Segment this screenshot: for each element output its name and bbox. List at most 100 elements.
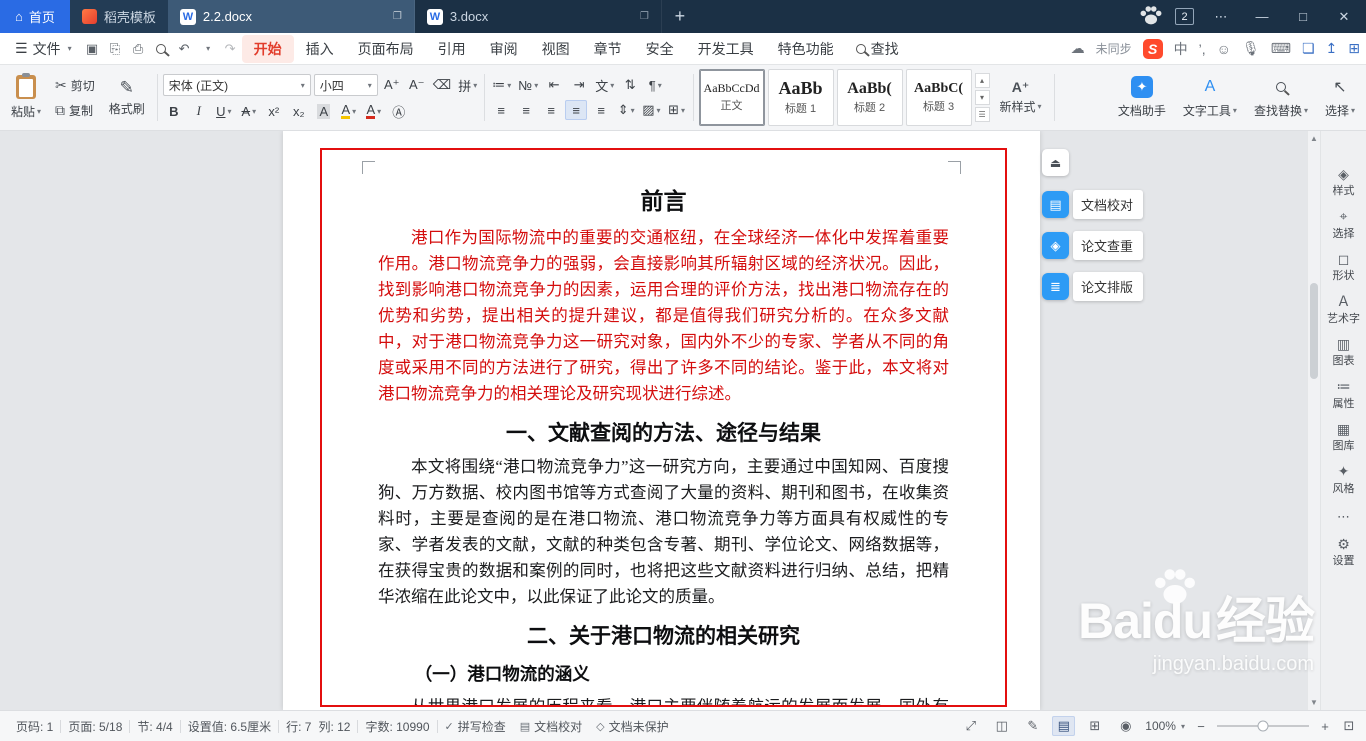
borders-button[interactable]: ⊞ ▾ [666, 100, 688, 120]
ime-punctuation-icon[interactable]: ’, [1199, 41, 1206, 57]
zoom-out-button[interactable]: − [1193, 718, 1209, 734]
shading-button[interactable]: ▨ ▾ [640, 100, 662, 120]
sogou-input-logo[interactable]: S [1142, 38, 1163, 59]
scrollbar-thumb[interactable] [1310, 283, 1318, 379]
rail-item-gallery[interactable]: ▦ 图库 [1333, 421, 1355, 452]
styles-expand-button[interactable]: ☰ [974, 107, 990, 122]
line-spacing-button[interactable]: ⇕ ▾ [615, 100, 637, 120]
char-shading-button[interactable]: A [313, 101, 335, 121]
cloud-sync-icon[interactable]: ☁ [1071, 40, 1085, 57]
thesis-format-button[interactable]: ≣ 论文排版 [1042, 272, 1144, 301]
scroll-down-button[interactable]: ▼ [1308, 698, 1320, 707]
proofread-button[interactable]: ▤ 文档校对 [513, 718, 589, 735]
document-heading-2[interactable]: 二、关于港口物流的相关研究 [378, 620, 949, 650]
select-button[interactable]: ↖ 选择 ▾ [1318, 69, 1362, 126]
text-tool-button[interactable]: A 文字工具 ▾ [1176, 69, 1244, 126]
document-paragraph-1[interactable]: 本文将围绕“港口物流竞争力”这一研究方向，主要通过中国知网、百度搜狗、万方数据、… [378, 454, 949, 610]
ribbon-search-button[interactable]: 查找 [846, 39, 909, 59]
apps-grid-icon[interactable]: ⊞ [1348, 40, 1360, 57]
page-view-icon[interactable]: ▤ [1052, 716, 1076, 736]
font-name-combobox[interactable]: 宋体 (正文) ▾ [162, 74, 311, 96]
read-mode-icon[interactable]: ◫ [990, 716, 1013, 736]
microphone-icon[interactable]: 🎙 [1242, 40, 1260, 57]
document-page[interactable]: 前言 港口作为国际物流中的重要的交通枢纽，在全球经济一体化中发挥着重要作用。港口… [283, 131, 1040, 710]
tab-window-icon[interactable]: ❐ [640, 11, 649, 22]
ime-chinese-icon[interactable]: 中 [1174, 39, 1188, 59]
more-button[interactable]: ⋯ [1207, 0, 1235, 33]
align-left-button[interactable]: ≡ [490, 100, 512, 120]
tab-window-icon[interactable]: ❐ [393, 11, 402, 22]
styles-scroll-down-button[interactable]: ▾ [974, 90, 990, 105]
zoom-level-button[interactable]: 100% ▾ [1145, 719, 1185, 733]
ribbon-tab-insert[interactable]: 插入 [294, 35, 346, 63]
collapse-panel-button[interactable]: ⏏ [1042, 149, 1069, 176]
file-menu-button[interactable]: ☰ 文件 ▾ [6, 39, 81, 59]
distribute-button[interactable]: ≡ [590, 100, 612, 120]
docer-templates-tab[interactable]: 稻壳模板 [69, 0, 168, 33]
status-column[interactable]: 列: 12 [318, 718, 357, 735]
redo-icon[interactable]: ↷ [219, 38, 242, 60]
zoom-slider[interactable] [1217, 720, 1309, 732]
save-icon[interactable]: ▣ [81, 38, 104, 60]
font-color-button[interactable]: A ▾ [363, 101, 385, 121]
zoom-slider-knob[interactable] [1257, 720, 1269, 732]
style-card-heading3[interactable]: AaBbC( 标题 3 [905, 69, 972, 126]
superscript-button[interactable]: x² [263, 101, 285, 121]
new-tab-button[interactable]: + [662, 0, 698, 33]
decrease-indent-button[interactable]: ⇤ [543, 75, 565, 95]
numbering-button[interactable]: № ▾ [516, 75, 540, 95]
status-line[interactable]: 行: 7 [279, 718, 318, 735]
eye-protect-icon[interactable]: ◉ [1114, 716, 1137, 736]
rail-item-chart[interactable]: ▥ 图表 [1333, 336, 1355, 367]
document-tab-1[interactable]: W 2.2.docx ❐ [167, 0, 415, 33]
fullscreen-icon[interactable]: ⤢ [959, 716, 982, 736]
paste-button[interactable]: 粘贴 ▾ [4, 69, 48, 126]
decrease-font-button[interactable]: A⁻ [406, 75, 428, 95]
justify-button[interactable]: ≡ [565, 100, 588, 120]
document-heading-1[interactable]: 一、文献查阅的方法、途径与结果 [378, 417, 949, 447]
ribbon-tab-references[interactable]: 引用 [426, 35, 478, 63]
sort-button[interactable]: ⇅ [619, 75, 641, 95]
status-word-count[interactable]: 字数: 10990 [358, 718, 436, 735]
keyboard-icon[interactable]: ⌨ [1271, 40, 1291, 57]
bold-button[interactable]: B [163, 101, 185, 121]
rail-item-shapes[interactable]: ◻ 形状 [1333, 251, 1355, 282]
ribbon-tab-security[interactable]: 安全 [634, 35, 686, 63]
increase-indent-button[interactable]: ⇥ [568, 75, 590, 95]
styles-scroll-up-button[interactable]: ▴ [974, 73, 990, 88]
status-pages[interactable]: 页面: 5/18 [61, 718, 129, 735]
highlight-color-button[interactable]: A ▾ [338, 101, 360, 121]
ribbon-tab-home[interactable]: 开始 [241, 34, 294, 63]
cut-button[interactable]: ✂ 剪切 [51, 76, 99, 95]
upload-icon[interactable]: ↥ [1326, 40, 1338, 57]
format-painter-button[interactable]: ✎ 格式刷 [102, 69, 152, 126]
align-right-button[interactable]: ≡ [540, 100, 562, 120]
show-marks-button[interactable]: ¶ ▾ [644, 75, 666, 95]
clear-format-button[interactable]: ⌫ [431, 75, 453, 95]
bullets-button[interactable]: ≔ ▾ [490, 75, 513, 95]
document-tab-2[interactable]: W 3.docx ❐ [414, 0, 662, 33]
copy-button[interactable]: ⧉ 复制 [51, 101, 99, 120]
rail-more-button[interactable]: ⋯ [1337, 509, 1350, 525]
home-button[interactable]: ⌂ 首页 [0, 0, 70, 33]
tab-count-badge[interactable]: 2 [1175, 8, 1194, 25]
print-icon[interactable]: ⎙ [127, 38, 150, 60]
print-preview-icon[interactable] [150, 38, 173, 60]
strikethrough-button[interactable]: A ▾ [238, 101, 260, 121]
style-card-normal[interactable]: AaBbCcDd 正文 [698, 69, 765, 126]
rail-item-properties[interactable]: ≔ 属性 [1333, 379, 1355, 410]
new-style-button[interactable]: A⁺ 新样式 ▾ [993, 69, 1049, 126]
status-page-number[interactable]: 页码: 1 [9, 718, 60, 735]
document-intro-paragraph[interactable]: 港口作为国际物流中的重要的交通枢纽，在全球经济一体化中发挥着重要作用。港口物流竞… [378, 225, 949, 407]
status-setting-value[interactable]: 设置值: 6.5厘米 [181, 718, 278, 735]
style-card-heading1[interactable]: AaBb 标题 1 [767, 69, 834, 126]
ribbon-tab-view[interactable]: 视图 [530, 35, 582, 63]
undo-icon[interactable]: ↶ [173, 38, 196, 60]
ribbon-tab-section[interactable]: 章节 [582, 35, 634, 63]
export-icon[interactable]: ⎘ [104, 38, 127, 60]
write-mode-icon[interactable]: ✎ [1021, 716, 1044, 736]
doc-proofread-button[interactable]: ▤ 文档校对 [1042, 190, 1144, 219]
plagiarism-check-button[interactable]: ◈ 论文查重 [1042, 231, 1144, 260]
spellcheck-button[interactable]: ✓ 拼写检查 [438, 718, 513, 735]
web-layout-icon[interactable]: ⊞ [1083, 716, 1106, 736]
